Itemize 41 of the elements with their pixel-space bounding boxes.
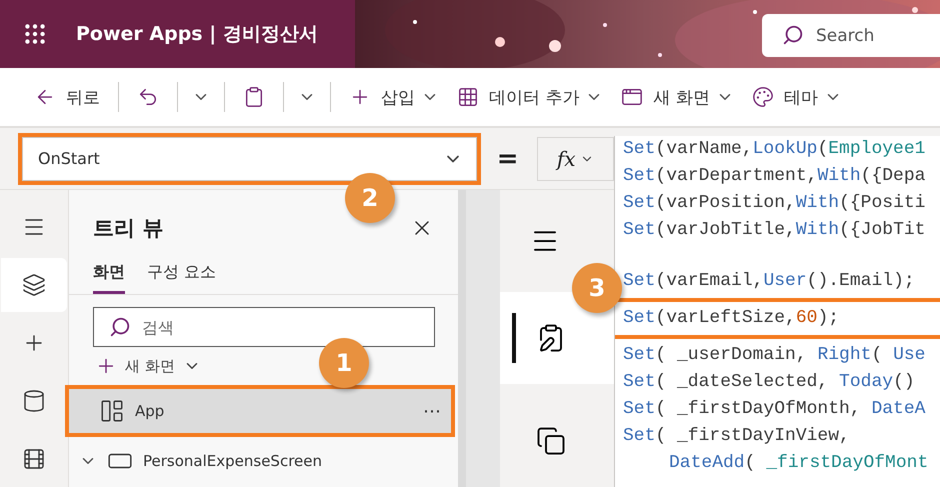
- code-line: Set(varName,LookUp(Employee1: [623, 138, 926, 161]
- rail-button[interactable]: [1, 258, 67, 312]
- code-line: Set( _dateSelected, Today(): [623, 371, 915, 394]
- tab[interactable]: 구성 요소: [147, 258, 216, 294]
- tree-item[interactable]: App ⋯: [65, 385, 455, 437]
- property-dropdown[interactable]: OnStart: [18, 132, 481, 184]
- palette-icon: [752, 86, 774, 108]
- fx-button[interactable]: fx: [536, 136, 614, 180]
- more-icon[interactable]: ⋯: [423, 400, 441, 422]
- window-icon: [621, 86, 644, 108]
- layers-icon: [22, 273, 46, 297]
- code-line: Set( _firstDayInView,: [623, 425, 850, 448]
- toolbar-button[interactable]: 새 화면: [617, 82, 714, 112]
- search-icon: [109, 316, 131, 338]
- database-icon: [22, 389, 46, 413]
- code-line: Set( _firstDayOfMonth, DateA: [623, 398, 926, 421]
- code-editor[interactable]: [614, 136, 940, 487]
- code-line: DateAdd( _firstDayOfMont: [668, 452, 928, 475]
- table-icon: [457, 86, 479, 108]
- app-title: Power Apps | 경비정산서: [76, 22, 318, 47]
- copy-icon: [536, 426, 566, 456]
- search-field[interactable]: 검색: [93, 307, 435, 347]
- search-icon: [782, 24, 804, 46]
- code-line: Set(varJobTitle,With({JobTit: [623, 219, 926, 242]
- panel-title: 트리 뷰: [93, 215, 164, 242]
- code-line: Set(varEmail,User().Email);: [623, 270, 915, 293]
- tab[interactable]: 화면: [93, 258, 125, 294]
- toolbar-button[interactable]: 데이터 추가: [453, 82, 584, 112]
- toolbar-button[interactable]: 테마: [748, 82, 822, 112]
- code-line: Set(varDepartment,With({Depa: [623, 165, 926, 188]
- undo-icon: [137, 86, 159, 108]
- equals-sign: =: [496, 144, 518, 174]
- film-icon: [22, 447, 46, 471]
- search-field[interactable]: Search: [762, 14, 940, 57]
- code-line: Set(varPosition,With({Positi: [623, 192, 926, 215]
- tree-item[interactable]: PersonalExpenseScreen: [69, 439, 451, 483]
- toolbar-button[interactable]: 삽입: [345, 82, 419, 112]
- clipboard-icon: [243, 86, 265, 108]
- toolbar-button[interactable]: 뒤로: [30, 82, 104, 112]
- app-icon: [99, 398, 125, 424]
- code-line: Set( _userDomain, Right( Use: [623, 344, 926, 367]
